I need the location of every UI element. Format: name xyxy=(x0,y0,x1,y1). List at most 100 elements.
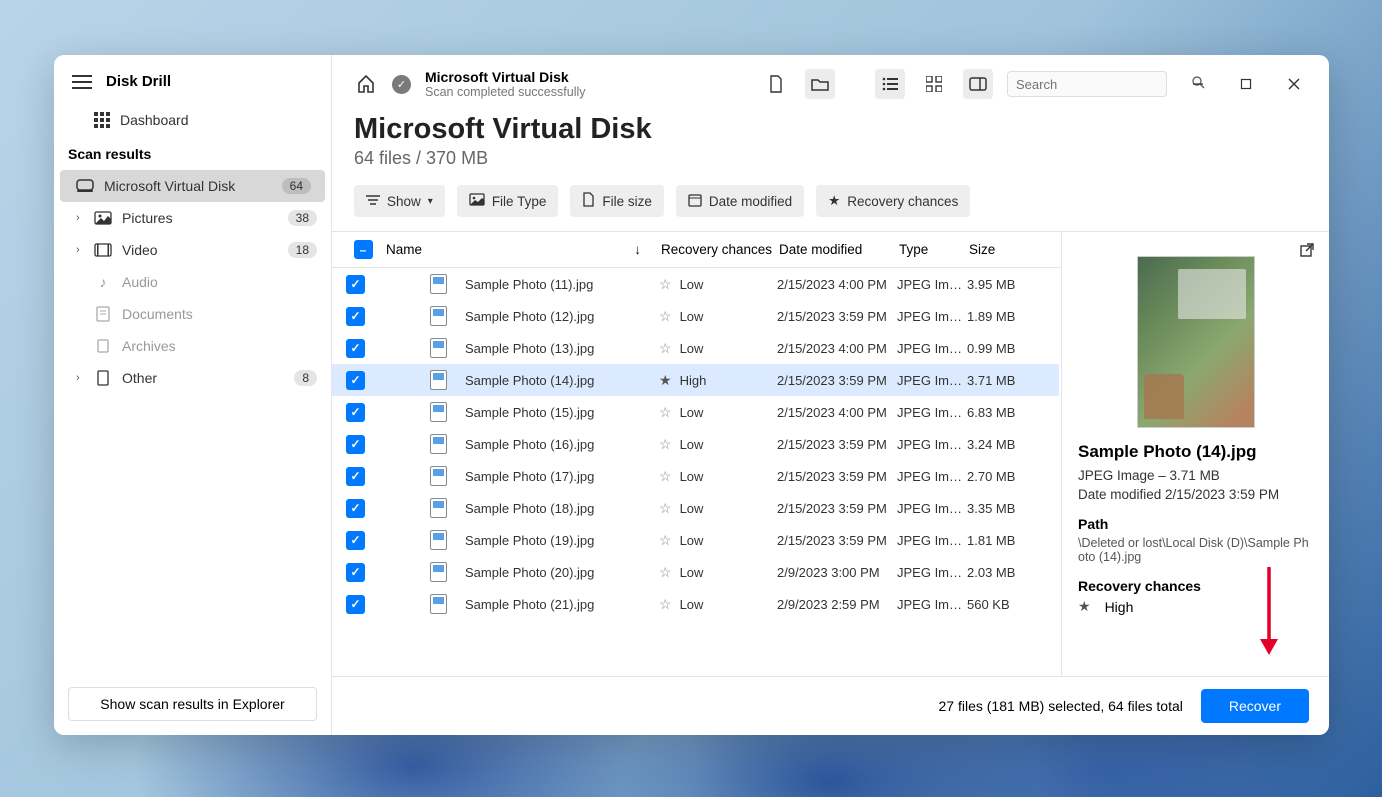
sidebar-item-label: Video xyxy=(122,242,278,258)
image-icon xyxy=(469,193,485,209)
column-date[interactable]: Date modified xyxy=(779,242,899,257)
sidebar-item-video[interactable]: › Video 18 xyxy=(54,234,331,266)
archives-icon xyxy=(94,338,112,354)
view-list-icon[interactable] xyxy=(875,69,905,99)
size-cell: 2.03 MB xyxy=(967,565,1045,580)
type-cell: JPEG Im… xyxy=(897,469,967,484)
column-type[interactable]: Type xyxy=(899,242,969,257)
type-cell: JPEG Im… xyxy=(897,501,967,516)
row-checkbox[interactable] xyxy=(346,435,365,454)
sidebar-item-label: Microsoft Virtual Disk xyxy=(104,178,272,194)
filter-label: File Type xyxy=(492,194,547,209)
menu-icon[interactable] xyxy=(72,75,92,89)
sidebar-item-other[interactable]: › Other 8 xyxy=(54,362,331,394)
row-checkbox[interactable] xyxy=(346,339,365,358)
sidebar-item-label: Pictures xyxy=(122,210,278,226)
row-checkbox[interactable] xyxy=(346,499,365,518)
file-size-filter-button[interactable]: File size xyxy=(570,185,664,217)
dashboard-icon xyxy=(94,112,110,128)
chevron-right-icon xyxy=(76,276,84,288)
date-modified-filter-button[interactable]: Date modified xyxy=(676,185,804,217)
table-row[interactable]: Sample Photo (11).jpg☆Low2/15/2023 4:00 … xyxy=(332,268,1059,300)
table-row[interactable]: Sample Photo (19).jpg☆Low2/15/2023 3:59 … xyxy=(332,524,1059,556)
date-cell: 2/15/2023 3:59 PM xyxy=(777,309,897,324)
table-row[interactable]: Sample Photo (13).jpg☆Low2/15/2023 4:00 … xyxy=(332,332,1059,364)
row-checkbox[interactable] xyxy=(346,563,365,582)
view-folder-icon[interactable] xyxy=(805,69,835,99)
file-icon xyxy=(430,306,447,326)
filter-label: File size xyxy=(602,194,652,209)
table-row[interactable]: Sample Photo (15).jpg☆Low2/15/2023 4:00 … xyxy=(332,396,1059,428)
table-row[interactable]: Sample Photo (21).jpg☆Low2/9/2023 2:59 P… xyxy=(332,588,1059,620)
chevron-right-icon: › xyxy=(76,212,84,224)
column-chances[interactable]: Recovery chances xyxy=(661,242,779,257)
date-cell: 2/15/2023 3:59 PM xyxy=(777,437,897,452)
sidebar-item-audio[interactable]: ♪ Audio xyxy=(54,266,331,298)
filter-label: Show xyxy=(387,194,421,209)
footer-bar: 27 files (181 MB) selected, 64 files tot… xyxy=(332,676,1329,735)
file-type-filter-button[interactable]: File Type xyxy=(457,185,559,217)
calendar-icon xyxy=(688,193,702,210)
table-row[interactable]: Sample Photo (12).jpg☆Low2/15/2023 3:59 … xyxy=(332,300,1059,332)
type-cell: JPEG Im… xyxy=(897,309,967,324)
row-checkbox[interactable] xyxy=(346,275,365,294)
recovery-chances-filter-button[interactable]: ★ Recovery chances xyxy=(816,185,970,217)
table-row[interactable]: Sample Photo (18).jpg☆Low2/15/2023 3:59 … xyxy=(332,492,1059,524)
sidebar-item-archives[interactable]: Archives xyxy=(54,330,331,362)
preview-chance-value: High xyxy=(1105,599,1134,615)
table-row[interactable]: Sample Photo (17).jpg☆Low2/15/2023 3:59 … xyxy=(332,460,1059,492)
row-checkbox[interactable] xyxy=(346,595,365,614)
date-cell: 2/15/2023 3:59 PM xyxy=(777,469,897,484)
table-row[interactable]: Sample Photo (20).jpg☆Low2/9/2023 3:00 P… xyxy=(332,556,1059,588)
file-name: Sample Photo (17).jpg xyxy=(459,469,659,484)
star-icon: ☆ xyxy=(659,596,672,612)
search-input[interactable] xyxy=(1007,71,1167,97)
minimize-button[interactable] xyxy=(1181,69,1215,99)
search-field[interactable] xyxy=(1016,77,1192,92)
star-icon: ☆ xyxy=(659,532,672,548)
chance-cell: ☆Low xyxy=(659,404,777,421)
show-filter-button[interactable]: Show ▾ xyxy=(354,185,445,217)
size-cell: 560 KB xyxy=(967,597,1045,612)
table-body[interactable]: Sample Photo (11).jpg☆Low2/15/2023 4:00 … xyxy=(332,268,1061,676)
select-all-checkbox[interactable]: – xyxy=(354,240,373,259)
filter-bar: Show ▾ File Type File size Date modifie xyxy=(332,173,1329,231)
file-name: Sample Photo (19).jpg xyxy=(459,533,659,548)
size-cell: 2.70 MB xyxy=(967,469,1045,484)
file-table: – Name ↓ Recovery chances Date modified … xyxy=(332,232,1061,676)
star-icon: ★ xyxy=(828,193,840,209)
row-checkbox[interactable] xyxy=(346,371,365,390)
star-icon: ☆ xyxy=(659,468,672,484)
sidebar-item-documents[interactable]: Documents xyxy=(54,298,331,330)
table-row[interactable]: Sample Photo (14).jpg★High2/15/2023 3:59… xyxy=(332,364,1059,396)
column-name[interactable]: Name ↓ xyxy=(380,242,661,257)
table-row[interactable]: Sample Photo (16).jpg☆Low2/15/2023 3:59 … xyxy=(332,428,1059,460)
row-checkbox[interactable] xyxy=(346,307,365,326)
row-checkbox[interactable] xyxy=(346,467,365,486)
filter-label: Recovery chances xyxy=(847,194,958,209)
file-icon xyxy=(430,594,447,614)
filter-label: Date modified xyxy=(709,194,792,209)
view-panel-icon[interactable] xyxy=(963,69,993,99)
sidebar-item-pictures[interactable]: › Pictures 38 xyxy=(54,202,331,234)
type-cell: JPEG Im… xyxy=(897,533,967,548)
home-icon[interactable] xyxy=(354,72,378,96)
file-name: Sample Photo (15).jpg xyxy=(459,405,659,420)
recover-button[interactable]: Recover xyxy=(1201,689,1309,723)
maximize-button[interactable] xyxy=(1229,69,1263,99)
sidebar-item-label: Other xyxy=(122,370,284,386)
row-checkbox[interactable] xyxy=(346,403,365,422)
sidebar-item-virtual-disk[interactable]: Microsoft Virtual Disk 64 xyxy=(60,170,325,202)
open-external-icon[interactable] xyxy=(1299,242,1315,263)
view-grid-icon[interactable] xyxy=(919,69,949,99)
view-file-icon[interactable] xyxy=(761,69,791,99)
size-cell: 6.83 MB xyxy=(967,405,1045,420)
size-cell: 1.89 MB xyxy=(967,309,1045,324)
row-checkbox[interactable] xyxy=(346,531,365,550)
show-in-explorer-button[interactable]: Show scan results in Explorer xyxy=(68,687,317,721)
documents-icon xyxy=(94,306,112,322)
chance-cell: ☆Low xyxy=(659,500,777,517)
close-button[interactable] xyxy=(1277,69,1311,99)
sidebar-dashboard[interactable]: Dashboard xyxy=(54,104,331,136)
column-size[interactable]: Size xyxy=(969,242,1047,257)
